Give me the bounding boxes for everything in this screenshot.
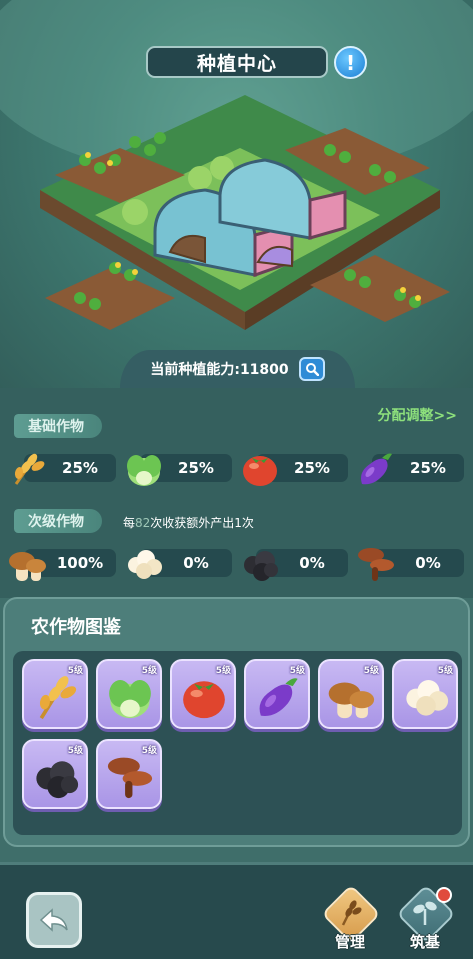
catalog-card-cauliflower[interactable]: 5级 bbox=[392, 659, 458, 729]
catalog-card-truffle[interactable]: 5级 bbox=[22, 739, 88, 809]
basic-crop-cabbage[interactable]: 25% bbox=[122, 446, 234, 490]
lingzhi-icon bbox=[358, 548, 394, 581]
basic-crop-tomato[interactable]: 25% bbox=[238, 446, 350, 490]
secondary-crop-lingzhi[interactable]: 0% bbox=[354, 541, 466, 585]
tomato-icon bbox=[243, 456, 277, 486]
magnifier-icon bbox=[305, 363, 319, 376]
allocate-adjust-link[interactable]: 分配调整>> bbox=[378, 405, 457, 425]
catalog-card-lingzhi[interactable]: 5级 bbox=[96, 739, 162, 809]
catalog-grid: 5级 5级 5级 5级 5级 5级 5级 5级 bbox=[13, 651, 462, 835]
catalog-card-mushroom[interactable]: 5级 bbox=[318, 659, 384, 729]
secondary-crop-row: 100% 0% 0% 0% bbox=[6, 541, 468, 585]
back-button[interactable] bbox=[26, 892, 82, 948]
eggplant-icon bbox=[361, 453, 392, 485]
cauliflower-icon bbox=[406, 680, 449, 716]
truffle-icon bbox=[36, 761, 79, 799]
catalog-card-cabbage[interactable]: 5级 bbox=[96, 659, 162, 729]
mushroom-icon bbox=[328, 682, 375, 719]
exclamation-icon: ! bbox=[345, 50, 356, 75]
note-suffix: 次收获额外产出1次 bbox=[150, 516, 254, 530]
tomato-icon bbox=[183, 681, 225, 719]
cabbage-icon bbox=[109, 680, 151, 719]
secondary-crop-cauliflower[interactable]: 0% bbox=[122, 541, 234, 585]
basic-crop-wheat[interactable]: 25% bbox=[6, 446, 118, 490]
notification-badge bbox=[436, 887, 452, 903]
basic-crop-eggplant[interactable]: 25% bbox=[354, 446, 466, 490]
capacity-search-button[interactable] bbox=[298, 357, 325, 381]
catalog-card-wheat[interactable]: 5级 bbox=[22, 659, 88, 729]
extra-output-note: 每82次收获额外产出1次 bbox=[123, 514, 254, 531]
manage-button[interactable]: 管理 bbox=[319, 884, 381, 957]
wheat-icon bbox=[14, 453, 45, 485]
capacity-label: 当前种植能力:11800 bbox=[150, 362, 289, 378]
crop-allocation-panel: 基础作物 分配调整>> 25% 25% 25% 25% 次级作物 每82次收获额… bbox=[0, 388, 473, 598]
sprout-icon bbox=[413, 901, 437, 925]
wheat-icon bbox=[341, 900, 362, 926]
farm-scene: 种植中心 ! 当前种植能力:11800 bbox=[0, 0, 473, 388]
note-prefix: 每 bbox=[123, 516, 136, 530]
back-arrow-icon bbox=[39, 908, 68, 932]
cauliflower-icon bbox=[128, 550, 162, 579]
truffle-icon bbox=[244, 551, 278, 581]
lingzhi-icon bbox=[107, 757, 153, 799]
bottom-bar: 管理 筑基 bbox=[0, 862, 473, 959]
capacity-bar: 当前种植能力:11800 bbox=[120, 350, 355, 388]
mushroom-icon bbox=[9, 552, 46, 581]
build-foundation-button[interactable]: 筑基 bbox=[394, 884, 456, 957]
manage-label: 管理 bbox=[334, 933, 365, 951]
catalog-title: 农作物图鉴 bbox=[31, 617, 121, 638]
secondary-crops-tag: 次级作物 bbox=[14, 509, 102, 533]
basic-crops-tag: 基础作物 bbox=[14, 414, 102, 438]
secondary-crop-truffle[interactable]: 0% bbox=[238, 541, 350, 585]
secondary-crop-mushroom[interactable]: 100% bbox=[6, 541, 118, 585]
basic-crop-row: 25% 25% 25% 25% bbox=[6, 446, 468, 490]
build-label: 筑基 bbox=[409, 933, 440, 951]
page-title: 种植中心 bbox=[146, 46, 328, 78]
crop-catalog: 农作物图鉴 5级 5级 5级 5级 5级 5级 5级 5级 bbox=[3, 597, 470, 847]
info-button[interactable]: ! bbox=[334, 46, 367, 79]
wheat-icon bbox=[39, 676, 77, 720]
cabbage-icon bbox=[127, 455, 161, 486]
eggplant-icon bbox=[259, 678, 298, 716]
catalog-card-tomato[interactable]: 5级 bbox=[170, 659, 236, 729]
note-count: 82 bbox=[135, 516, 151, 530]
catalog-card-eggplant[interactable]: 5级 bbox=[244, 659, 310, 729]
